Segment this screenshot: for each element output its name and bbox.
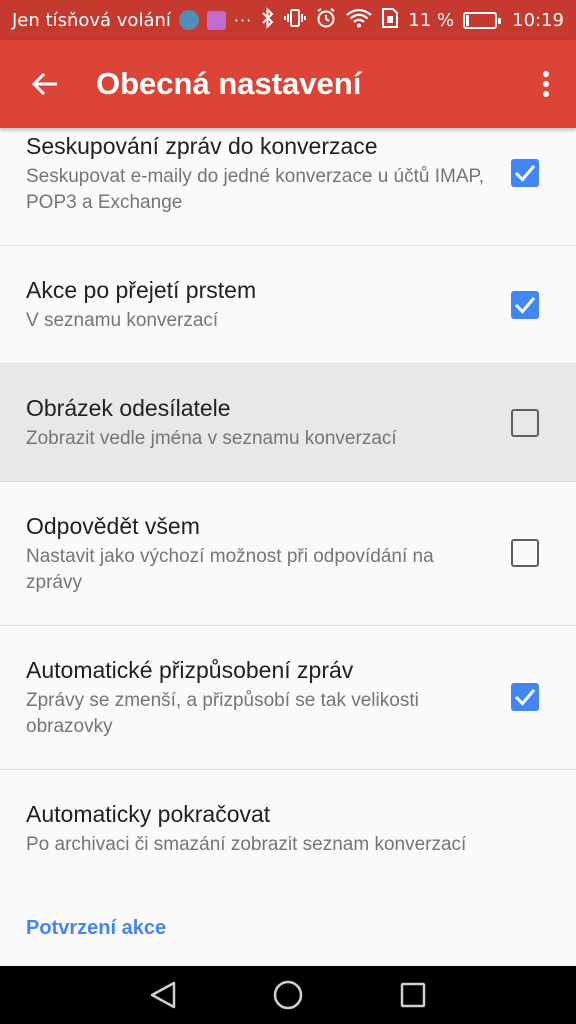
setting-title: Obrázek odesílatele bbox=[26, 395, 231, 421]
setting-swipe-action[interactable]: Akce po přejetí prstem V seznamu konverz… bbox=[0, 246, 576, 364]
circle-home-icon bbox=[273, 980, 303, 1010]
page-title: Obecná nastavení bbox=[96, 66, 362, 101]
triangle-back-icon bbox=[150, 981, 175, 1009]
setting-auto-fit-messages[interactable]: Automatické přizpůsobení zpráv Zprávy se… bbox=[0, 626, 576, 770]
battery-icon bbox=[463, 11, 502, 29]
setting-title: Odpovědět všem bbox=[26, 513, 200, 539]
setting-title: Akce po přejetí prstem bbox=[26, 277, 257, 303]
app-bar: Obecná nastavení bbox=[0, 40, 576, 128]
setting-reply-all[interactable]: Odpovědět všem Nastavit jako výchozí mož… bbox=[0, 482, 576, 626]
setting-sender-image[interactable]: Obrázek odesílatele Zobrazit vedle jména… bbox=[0, 364, 576, 482]
check-icon bbox=[514, 689, 536, 706]
checkbox-auto-fit-messages[interactable] bbox=[511, 683, 539, 711]
setting-summary: V seznamu konverzací bbox=[26, 310, 219, 331]
checkbox-conversation-grouping[interactable] bbox=[511, 159, 539, 187]
checkbox-swipe-action[interactable] bbox=[511, 291, 539, 319]
moon-app-icon bbox=[178, 10, 199, 30]
setting-summary: Nastavit jako výchozí možnost při odpoví… bbox=[26, 546, 434, 593]
setting-auto-advance[interactable]: Automaticky pokračovat Po archivaci či s… bbox=[0, 770, 576, 878]
nav-back-button[interactable] bbox=[141, 973, 185, 1017]
overflow-menu-button[interactable] bbox=[516, 40, 576, 128]
checkbox-sender-image[interactable] bbox=[511, 409, 539, 437]
check-icon bbox=[514, 297, 536, 314]
settings-list: Seskupování zpráv do konverzace Seskupov… bbox=[0, 128, 576, 966]
alarm-icon bbox=[315, 7, 337, 34]
sim-icon bbox=[381, 7, 399, 34]
more-vert-icon bbox=[543, 71, 549, 97]
bluetooth-icon bbox=[261, 6, 275, 34]
vibrate-icon bbox=[284, 7, 307, 34]
setting-summary: Seskupovat e-maily do jedné konverzace u… bbox=[26, 166, 485, 213]
nav-recents-button[interactable] bbox=[391, 973, 435, 1017]
back-button[interactable] bbox=[0, 40, 90, 128]
overflow-indicator: ··· bbox=[233, 10, 253, 30]
status-bar: Jen tísňová volání ··· 11 % 10:19 bbox=[0, 0, 576, 40]
navigation-bar bbox=[0, 966, 576, 1024]
arrow-back-icon bbox=[31, 72, 57, 96]
clock: 10:19 bbox=[512, 9, 564, 31]
notification-text: Jen tísňová volání bbox=[12, 9, 171, 31]
check-icon bbox=[514, 165, 536, 182]
battery-percent: 11 % bbox=[408, 9, 455, 31]
setting-conversation-grouping[interactable]: Seskupování zpráv do konverzace Seskupov… bbox=[0, 128, 576, 246]
setting-summary: Po archivaci či smazání zobrazit seznam … bbox=[26, 834, 467, 855]
nav-home-button[interactable] bbox=[266, 973, 310, 1017]
setting-title: Automatické přizpůsobení zpráv bbox=[26, 657, 354, 683]
setting-summary: Zobrazit vedle jména v seznamu konverzac… bbox=[26, 428, 397, 449]
checkbox-reply-all[interactable] bbox=[511, 539, 539, 567]
section-header-action-confirmation: Potvrzení akce bbox=[26, 917, 167, 939]
setting-title: Automaticky pokračovat bbox=[26, 801, 271, 827]
square-recents-icon bbox=[401, 982, 426, 1008]
setting-summary: Zprávy se zmenší, a přizpůsobí se tak ve… bbox=[26, 690, 419, 737]
gallery-app-icon bbox=[206, 10, 226, 30]
setting-title: Seskupování zpráv do konverzace bbox=[26, 133, 378, 159]
wifi-icon bbox=[346, 7, 373, 34]
